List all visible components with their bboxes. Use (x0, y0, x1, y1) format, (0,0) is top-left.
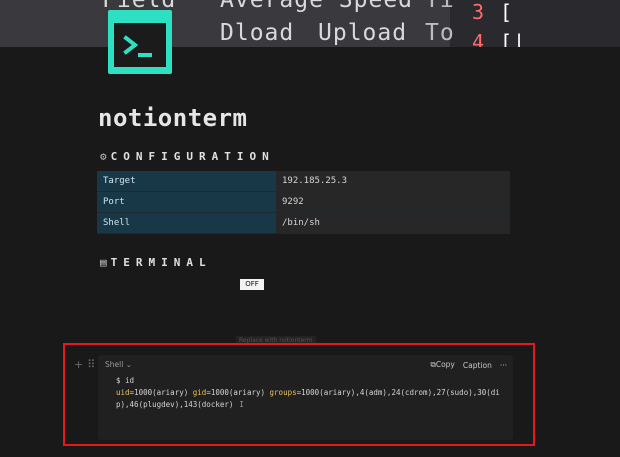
terminal-toggle-button[interactable]: OFF (240, 279, 264, 290)
computer-icon: ▤ (100, 256, 107, 269)
configuration-heading: ⚙ CONFIGURATION (100, 150, 275, 163)
page-title[interactable]: notionterm (98, 104, 248, 132)
table-cell-value[interactable]: 192.185.25.3 (276, 171, 510, 192)
table-row: Shell /bin/sh (97, 212, 510, 234)
terminal-heading: ▤ TERMINAL (100, 256, 212, 269)
terminal-icon[interactable] (108, 10, 172, 74)
cover-text: To (425, 20, 455, 46)
cover-text: Upload (318, 20, 408, 46)
highlight-box (63, 343, 535, 446)
cover-text: Dload (220, 20, 295, 46)
table-cell-value[interactable]: 9292 (276, 191, 510, 213)
configuration-heading-label: CONFIGURATION (110, 150, 275, 163)
cover-text: [ (500, 0, 514, 24)
terminal-heading-label: TERMINAL (110, 256, 212, 269)
table-cell-key[interactable]: Port (97, 191, 276, 213)
cover-text: 4 (472, 30, 486, 47)
table-cell-value[interactable]: /bin/sh (276, 212, 510, 234)
cover-text: Ti (425, 0, 455, 13)
configuration-table: Target 192.185.25.3 Port 9292 Shell /bin… (97, 171, 510, 234)
table-row: Port 9292 (97, 191, 510, 213)
cover-text: [| (500, 30, 527, 47)
cover-text: Average Speed (220, 0, 414, 13)
table-cell-key[interactable]: Target (97, 171, 276, 192)
table-row: Target 192.185.25.3 (97, 171, 510, 192)
page-cover: Field Average Speed Ti Dload Upload To 3… (0, 0, 620, 47)
table-cell-key[interactable]: Shell (97, 212, 276, 234)
cover-text: 3 (472, 0, 486, 24)
gear-icon: ⚙ (100, 150, 107, 163)
